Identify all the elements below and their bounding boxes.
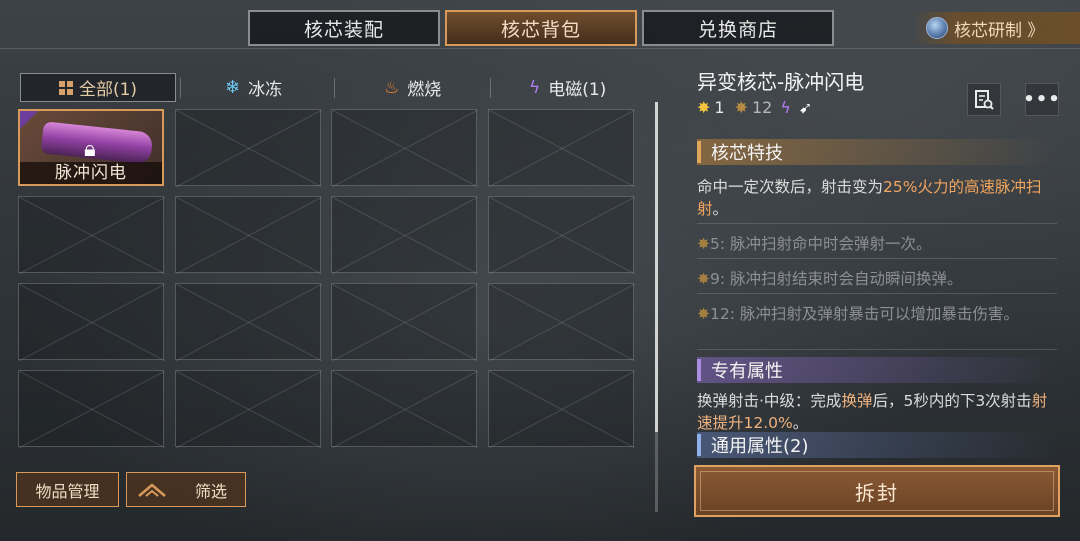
tier-text: : 脉冲扫射命中时会弹射一次。 bbox=[719, 235, 932, 253]
inventory-slot-empty[interactable] bbox=[331, 109, 478, 187]
scrollbar-thumb[interactable] bbox=[655, 102, 658, 432]
inventory-slot-empty[interactable] bbox=[175, 196, 322, 274]
tab-core-assembly[interactable]: 核芯装配 bbox=[248, 10, 440, 46]
filter-ice[interactable]: ❄ 冰冻 bbox=[225, 73, 282, 102]
item-name-label: 脉冲闪电 bbox=[20, 162, 162, 184]
tier-text: : 脉冲扫射结束时会自动瞬间换弹。 bbox=[719, 270, 963, 288]
exclusive-text: 后，5秒内的下3次射击 bbox=[872, 392, 1032, 410]
filter-separator bbox=[180, 78, 181, 98]
tier-level: 9 bbox=[710, 270, 720, 288]
general-attr-header-label: 通用属性(2) bbox=[711, 436, 809, 457]
inventory-slot-empty[interactable] bbox=[175, 283, 322, 361]
tab-core-backpack[interactable]: 核芯背包 bbox=[445, 10, 637, 46]
general-attr-header[interactable]: 通用属性(2) bbox=[697, 432, 1057, 458]
star-icon: ✸ bbox=[697, 235, 710, 253]
inventory-slot-pulse-lightning[interactable]: 🔒︎ 脉冲闪电 bbox=[18, 109, 164, 186]
snowflake-icon: ❄ bbox=[225, 77, 241, 98]
inventory-slot-empty[interactable] bbox=[18, 196, 165, 274]
star-icon: ✸ bbox=[734, 98, 748, 117]
filter-all-label: 全部(1) bbox=[78, 80, 138, 100]
core-stars: ✸ 1 ✸ 12 ϟ ➹ bbox=[697, 98, 812, 117]
lock-icon: 🔒︎ bbox=[84, 137, 96, 162]
details-doc-button[interactable] bbox=[967, 83, 1001, 116]
document-search-icon bbox=[975, 89, 994, 110]
divider bbox=[697, 223, 1057, 224]
star-icon: ✸ bbox=[697, 305, 710, 323]
star-count-max: 12 bbox=[752, 98, 773, 117]
core-skill-header-label: 核芯特技 bbox=[711, 143, 783, 164]
rarity-corner bbox=[20, 111, 38, 129]
filter-button[interactable]: 筛选 bbox=[126, 472, 246, 507]
inventory-slot-empty[interactable] bbox=[488, 283, 635, 361]
skill-desc-end: 。 bbox=[712, 200, 729, 218]
unseal-button[interactable]: 拆封 bbox=[694, 465, 1060, 517]
core-title: 异变核芯-脉冲闪电 bbox=[697, 70, 865, 94]
lightning-icon: ϟ bbox=[529, 77, 541, 98]
inventory-slot-empty[interactable] bbox=[331, 370, 478, 448]
star-count-current: 1 bbox=[714, 98, 725, 117]
tier-bonus-5: ✸5: 脉冲扫射命中时会弹射一次。 bbox=[697, 233, 1057, 255]
exclusive-attr-header-label: 专有属性 bbox=[711, 361, 783, 382]
tier-bonus-12: ✸12: 脉冲扫射及弹射暴击可以增加暴击伤害。 bbox=[697, 303, 1057, 325]
more-options-button[interactable]: ••• bbox=[1023, 83, 1061, 116]
more-icon: ••• bbox=[1023, 89, 1061, 110]
tier-text: : 脉冲扫射及弹射暴击可以增加暴击伤害。 bbox=[729, 305, 1019, 323]
filter-fire[interactable]: ♨ 燃烧 bbox=[384, 73, 441, 102]
inventory-slot-empty[interactable] bbox=[488, 109, 635, 187]
filter-fire-label: 燃烧 bbox=[407, 80, 442, 100]
filter-separator bbox=[334, 78, 335, 98]
tier-level: 5 bbox=[710, 235, 720, 253]
exclusive-attr-description: 换弹射击·中级：完成换弹后，5秒内的下3次射击射速提升12.0%。 bbox=[697, 390, 1057, 434]
exclusive-highlight: 换弹 bbox=[841, 392, 873, 410]
item-management-button[interactable]: 物品管理 bbox=[16, 472, 119, 507]
inventory-slot-empty[interactable] bbox=[175, 370, 322, 448]
filter-chevron-icon bbox=[138, 482, 166, 497]
exclusive-attr-header: 专有属性 bbox=[697, 357, 1057, 383]
exclusive-text: 换弹射击·中级：完成 bbox=[697, 392, 842, 410]
star-icon: ✸ bbox=[697, 98, 711, 117]
inventory-slot-empty[interactable] bbox=[488, 370, 635, 448]
core-gem-icon bbox=[926, 17, 948, 39]
filter-separator bbox=[490, 78, 491, 98]
filter-button-label: 筛选 bbox=[195, 481, 228, 501]
unseal-button-frame bbox=[700, 471, 1054, 511]
inventory-slot-empty[interactable] bbox=[18, 370, 165, 448]
weapon-type-icon: ➹ bbox=[798, 98, 813, 117]
weapon-core-image bbox=[40, 121, 154, 165]
filter-electric[interactable]: ϟ 电磁(1) bbox=[529, 73, 606, 102]
filter-electric-label: 电磁(1) bbox=[548, 80, 607, 100]
filter-all[interactable]: 全部(1) bbox=[20, 73, 176, 102]
tier-bonus-9: ✸9: 脉冲扫射结束时会自动瞬间换弹。 bbox=[697, 268, 1057, 290]
inventory-slot-empty[interactable] bbox=[331, 283, 478, 361]
lightning-icon: ϟ bbox=[780, 98, 791, 117]
inventory-slot-empty[interactable] bbox=[175, 109, 322, 187]
divider bbox=[697, 293, 1057, 294]
core-skill-header: 核芯特技 bbox=[697, 139, 1057, 165]
divider bbox=[697, 258, 1057, 259]
divider bbox=[697, 349, 1057, 350]
inventory-slot-empty[interactable] bbox=[331, 196, 478, 274]
flame-icon: ♨ bbox=[384, 77, 400, 98]
header-divider bbox=[0, 48, 1080, 49]
star-icon: ✸ bbox=[697, 270, 710, 288]
core-skill-description: 命中一定次数后，射击变为25%火力的高速脉冲扫射。 bbox=[697, 176, 1057, 220]
skill-desc-text: 命中一定次数后，射击变为 bbox=[697, 178, 884, 196]
tier-level: 12 bbox=[710, 305, 730, 323]
inventory-slot-empty[interactable] bbox=[18, 283, 165, 361]
core-research-label: 核芯研制 》 bbox=[954, 20, 1045, 41]
filter-ice-label: 冰冻 bbox=[248, 80, 283, 100]
inventory-slot-empty[interactable] bbox=[488, 196, 635, 274]
core-research-button[interactable]: 核芯研制 》 bbox=[912, 12, 1080, 44]
exclusive-text: 。 bbox=[792, 414, 809, 432]
tab-exchange-shop[interactable]: 兑换商店 bbox=[642, 10, 834, 46]
grid-icon bbox=[58, 80, 73, 95]
